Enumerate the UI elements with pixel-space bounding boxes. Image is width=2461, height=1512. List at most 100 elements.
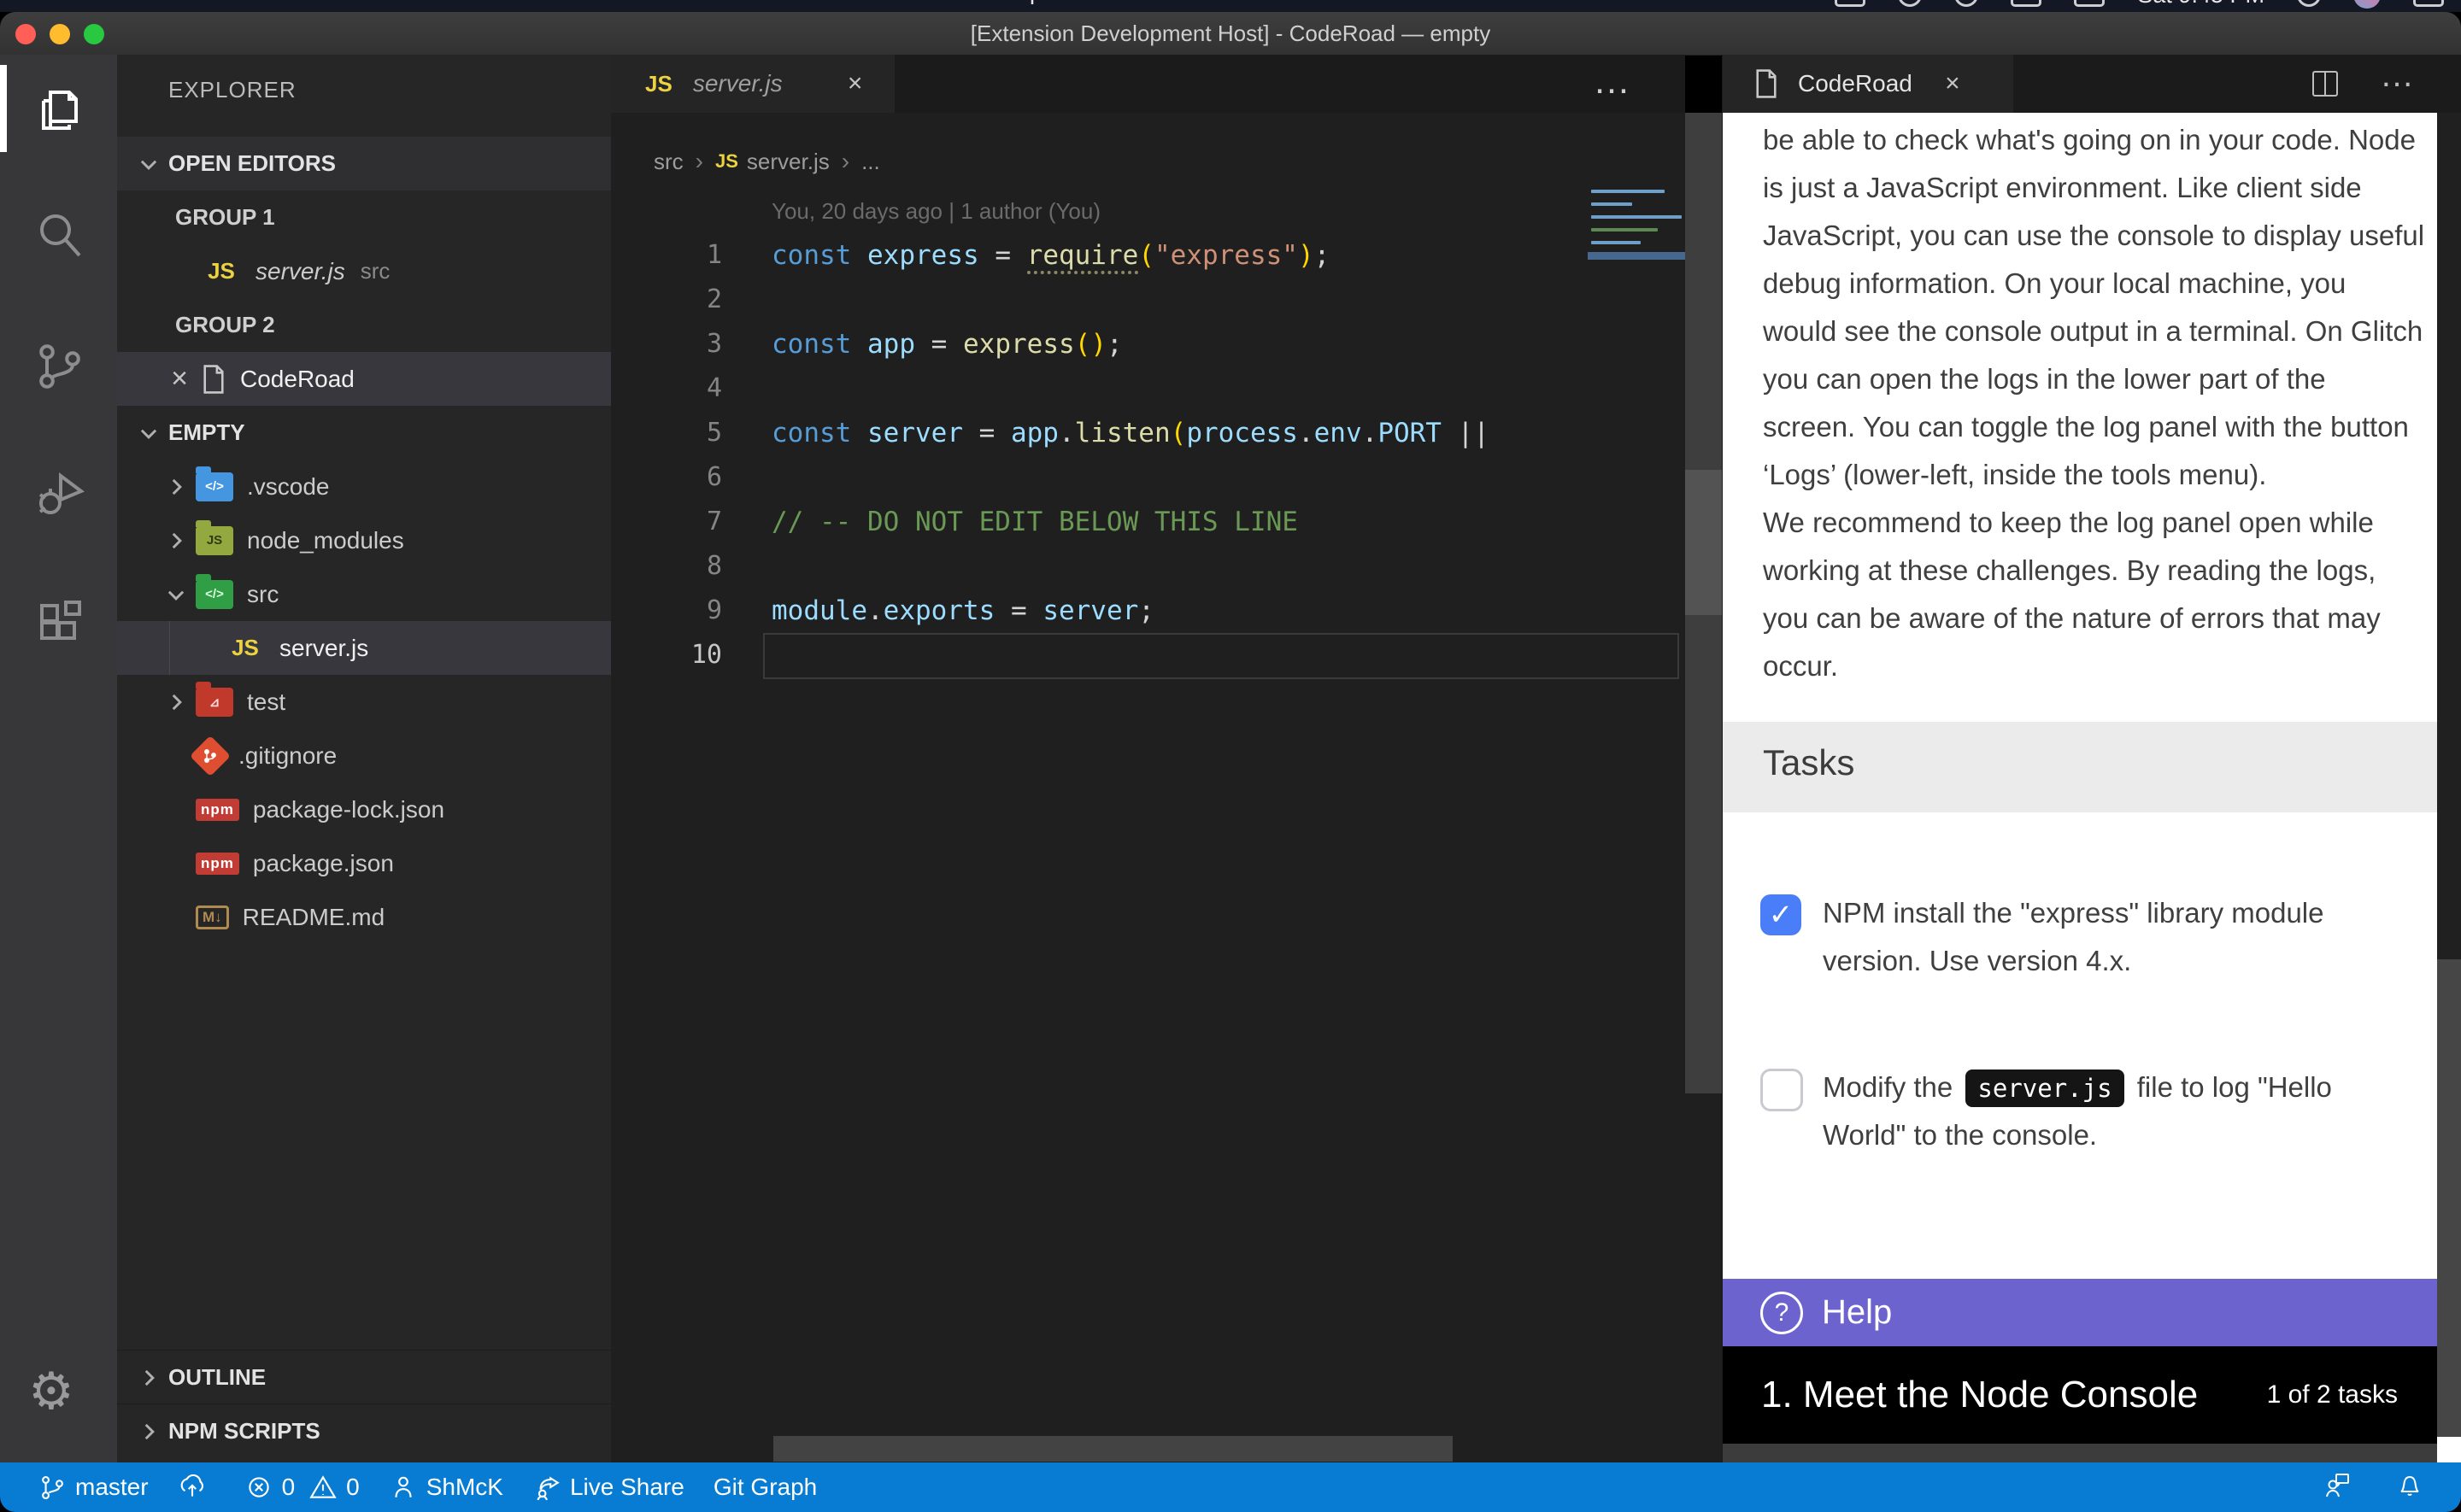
task-checkbox[interactable] [1760,1069,1803,1111]
line-number: 8 [611,544,722,589]
breadcrumb-item[interactable]: server.js [747,149,830,175]
tree-item-server-js[interactable]: JSserver.js [117,621,611,675]
minimap-line [1591,241,1641,244]
editor-scrollbar-column[interactable] [1685,113,1722,1462]
explorer-icon[interactable] [32,82,86,137]
battery-icon [2011,0,2041,7]
tree-item--gitignore[interactable]: .gitignore [117,729,611,782]
chevron-right-icon [165,530,187,552]
scrollbar-thumb[interactable] [1685,470,1722,615]
lesson-text-line: be able to check what's going on in your… [1763,116,2437,164]
help-bar[interactable]: ? Help [1723,1279,2437,1346]
menu-item-view[interactable]: View [495,0,546,5]
tab-server-js[interactable]: JS server.js × [611,55,895,113]
line-number: 1 [611,233,722,278]
scrollbar-thumb[interactable] [2437,113,2461,959]
chevron-right-icon [138,1421,160,1443]
menu-item-code[interactable]: Code [99,0,159,5]
menu-item-help[interactable]: Help [994,0,1043,5]
outline-section-header[interactable]: OUTLINE [117,1350,611,1404]
editor-group: JS server.js × … src›JSserver.js›... You… [611,55,1685,1462]
file-icon [201,364,226,395]
close-tab-icon[interactable]: × [841,69,870,98]
code-line-7[interactable]: // -- DO NOT EDIT BELOW THIS LINE [772,500,1489,544]
code-line-3[interactable]: const app = express(); [772,322,1489,366]
horizontal-scrollbar[interactable] [773,1436,1453,1462]
git-branch-item[interactable]: master [38,1473,149,1502]
lesson-title: 1. Meet the Node Console [1761,1374,2267,1416]
webview-scrollbar[interactable] [2437,113,2461,1462]
chevron-right-icon [165,691,187,713]
menu-status-icons: Sat 9:45 PM [1835,0,2444,9]
code-line-4[interactable] [772,366,1489,411]
code-line-8[interactable] [772,544,1489,589]
user-account-item[interactable]: ShMcK [389,1473,503,1502]
split-editor-icon[interactable] [2308,67,2346,101]
shield-icon [1898,0,1922,7]
tree-item-node-modules[interactable]: JSnode_modules [117,513,611,567]
tree-item-package-lock-json[interactable]: npmpackage-lock.json [117,782,611,836]
lesson-text: be able to check what's going on in your… [1763,116,2437,690]
extensions-icon[interactable] [32,595,86,650]
markdown-icon: M↓ [196,905,229,929]
line-number: 3 [611,322,722,366]
menu-item-terminal[interactable]: Terminal [739,0,830,5]
window-title: [Extension Development Host] - CodeRoad … [0,12,2461,55]
code-line-1[interactable]: const express = require("express"); [772,233,1489,278]
close-editor-icon[interactable]: × [165,362,194,396]
code-line-9[interactable]: module.exports = server; [772,589,1489,633]
open-editor-item-coderoad[interactable]: ×CodeRoad [117,352,611,406]
code-content[interactable]: const express = require("express"); cons… [772,233,1489,677]
close-window-button[interactable] [15,24,36,44]
feedback-icon[interactable] [2321,1468,2355,1508]
task-text: NPM install the "express" library module… [1823,889,2387,985]
menu-item-selection[interactable]: Selection [356,0,455,5]
run-debug-icon[interactable] [32,464,86,519]
problems-item[interactable]: 0 0 [244,1473,360,1502]
editor-actions-ellipsis-icon[interactable]: … [1593,60,1634,103]
tree-item-test[interactable]: ⊿test [117,675,611,729]
menu-item-file[interactable]: File [198,0,237,5]
code-line-2[interactable] [772,278,1489,322]
tab-coderoad[interactable]: CodeRoad × [1723,55,2013,113]
menu-item-go[interactable]: Go [585,0,617,5]
source-control-icon[interactable] [32,338,86,393]
line-number: 2 [611,278,722,322]
task-text-line: version. Use version 4.x. [1823,937,2387,985]
lesson-footer: 1. Meet the Node Console 1 of 2 tasks [1723,1346,2437,1444]
more-actions-icon[interactable]: … [2380,56,2417,91]
tree-item--vscode[interactable]: </>.vscode [117,460,611,513]
tree-item-src[interactable]: </>src [117,567,611,621]
folder-section-header[interactable]: EMPTY [117,406,611,460]
menu-item-run[interactable]: Run [656,0,700,5]
task-checkbox[interactable]: ✓ [1760,894,1801,935]
lesson-text-line: ‘Logs’ (lower-left, inside the tools men… [1763,451,2437,499]
live-share-item[interactable]: Live Share [532,1473,684,1502]
code-line-10[interactable] [772,633,1489,677]
search-icon[interactable] [32,208,86,262]
open-editors-section-header[interactable]: OPEN EDITORS [117,137,611,190]
tree-item-readme-md[interactable]: M↓README.md [117,890,611,944]
tree-item-package-json[interactable]: npmpackage.json [117,836,611,890]
menu-item-window[interactable]: Window [869,0,954,5]
coderoad-panel: CodeRoad × … be able to check what's goi… [1722,55,2461,1462]
breadcrumb-item[interactable]: ... [861,149,880,175]
task-text: Modify the server.js file to log "HelloW… [1823,1064,2387,1159]
minimize-window-button[interactable] [50,24,70,44]
notifications-bell-icon[interactable] [2393,1468,2427,1508]
settings-gear-icon[interactable]: ⚙ [28,1362,74,1421]
code-line-6[interactable] [772,455,1489,500]
minimap-line [1591,215,1682,219]
sync-changes-item[interactable] [178,1473,215,1502]
js-icon: JS [645,71,673,97]
zoom-window-button[interactable] [84,24,104,44]
npm-scripts-section-header[interactable]: NPM SCRIPTS [117,1404,611,1458]
menu-item-edit[interactable]: Edit [276,0,317,5]
close-tab-icon[interactable]: × [1938,69,1967,98]
minimap[interactable] [1588,190,1685,702]
git-graph-item[interactable]: Git Graph [714,1474,817,1501]
npm-icon: npm [196,853,239,875]
breadcrumb-item[interactable]: src [654,149,684,175]
open-editor-item-server-js[interactable]: JSserver.jssrc [117,244,611,298]
code-line-5[interactable]: const server = app.listen(process.env.PO… [772,411,1489,455]
